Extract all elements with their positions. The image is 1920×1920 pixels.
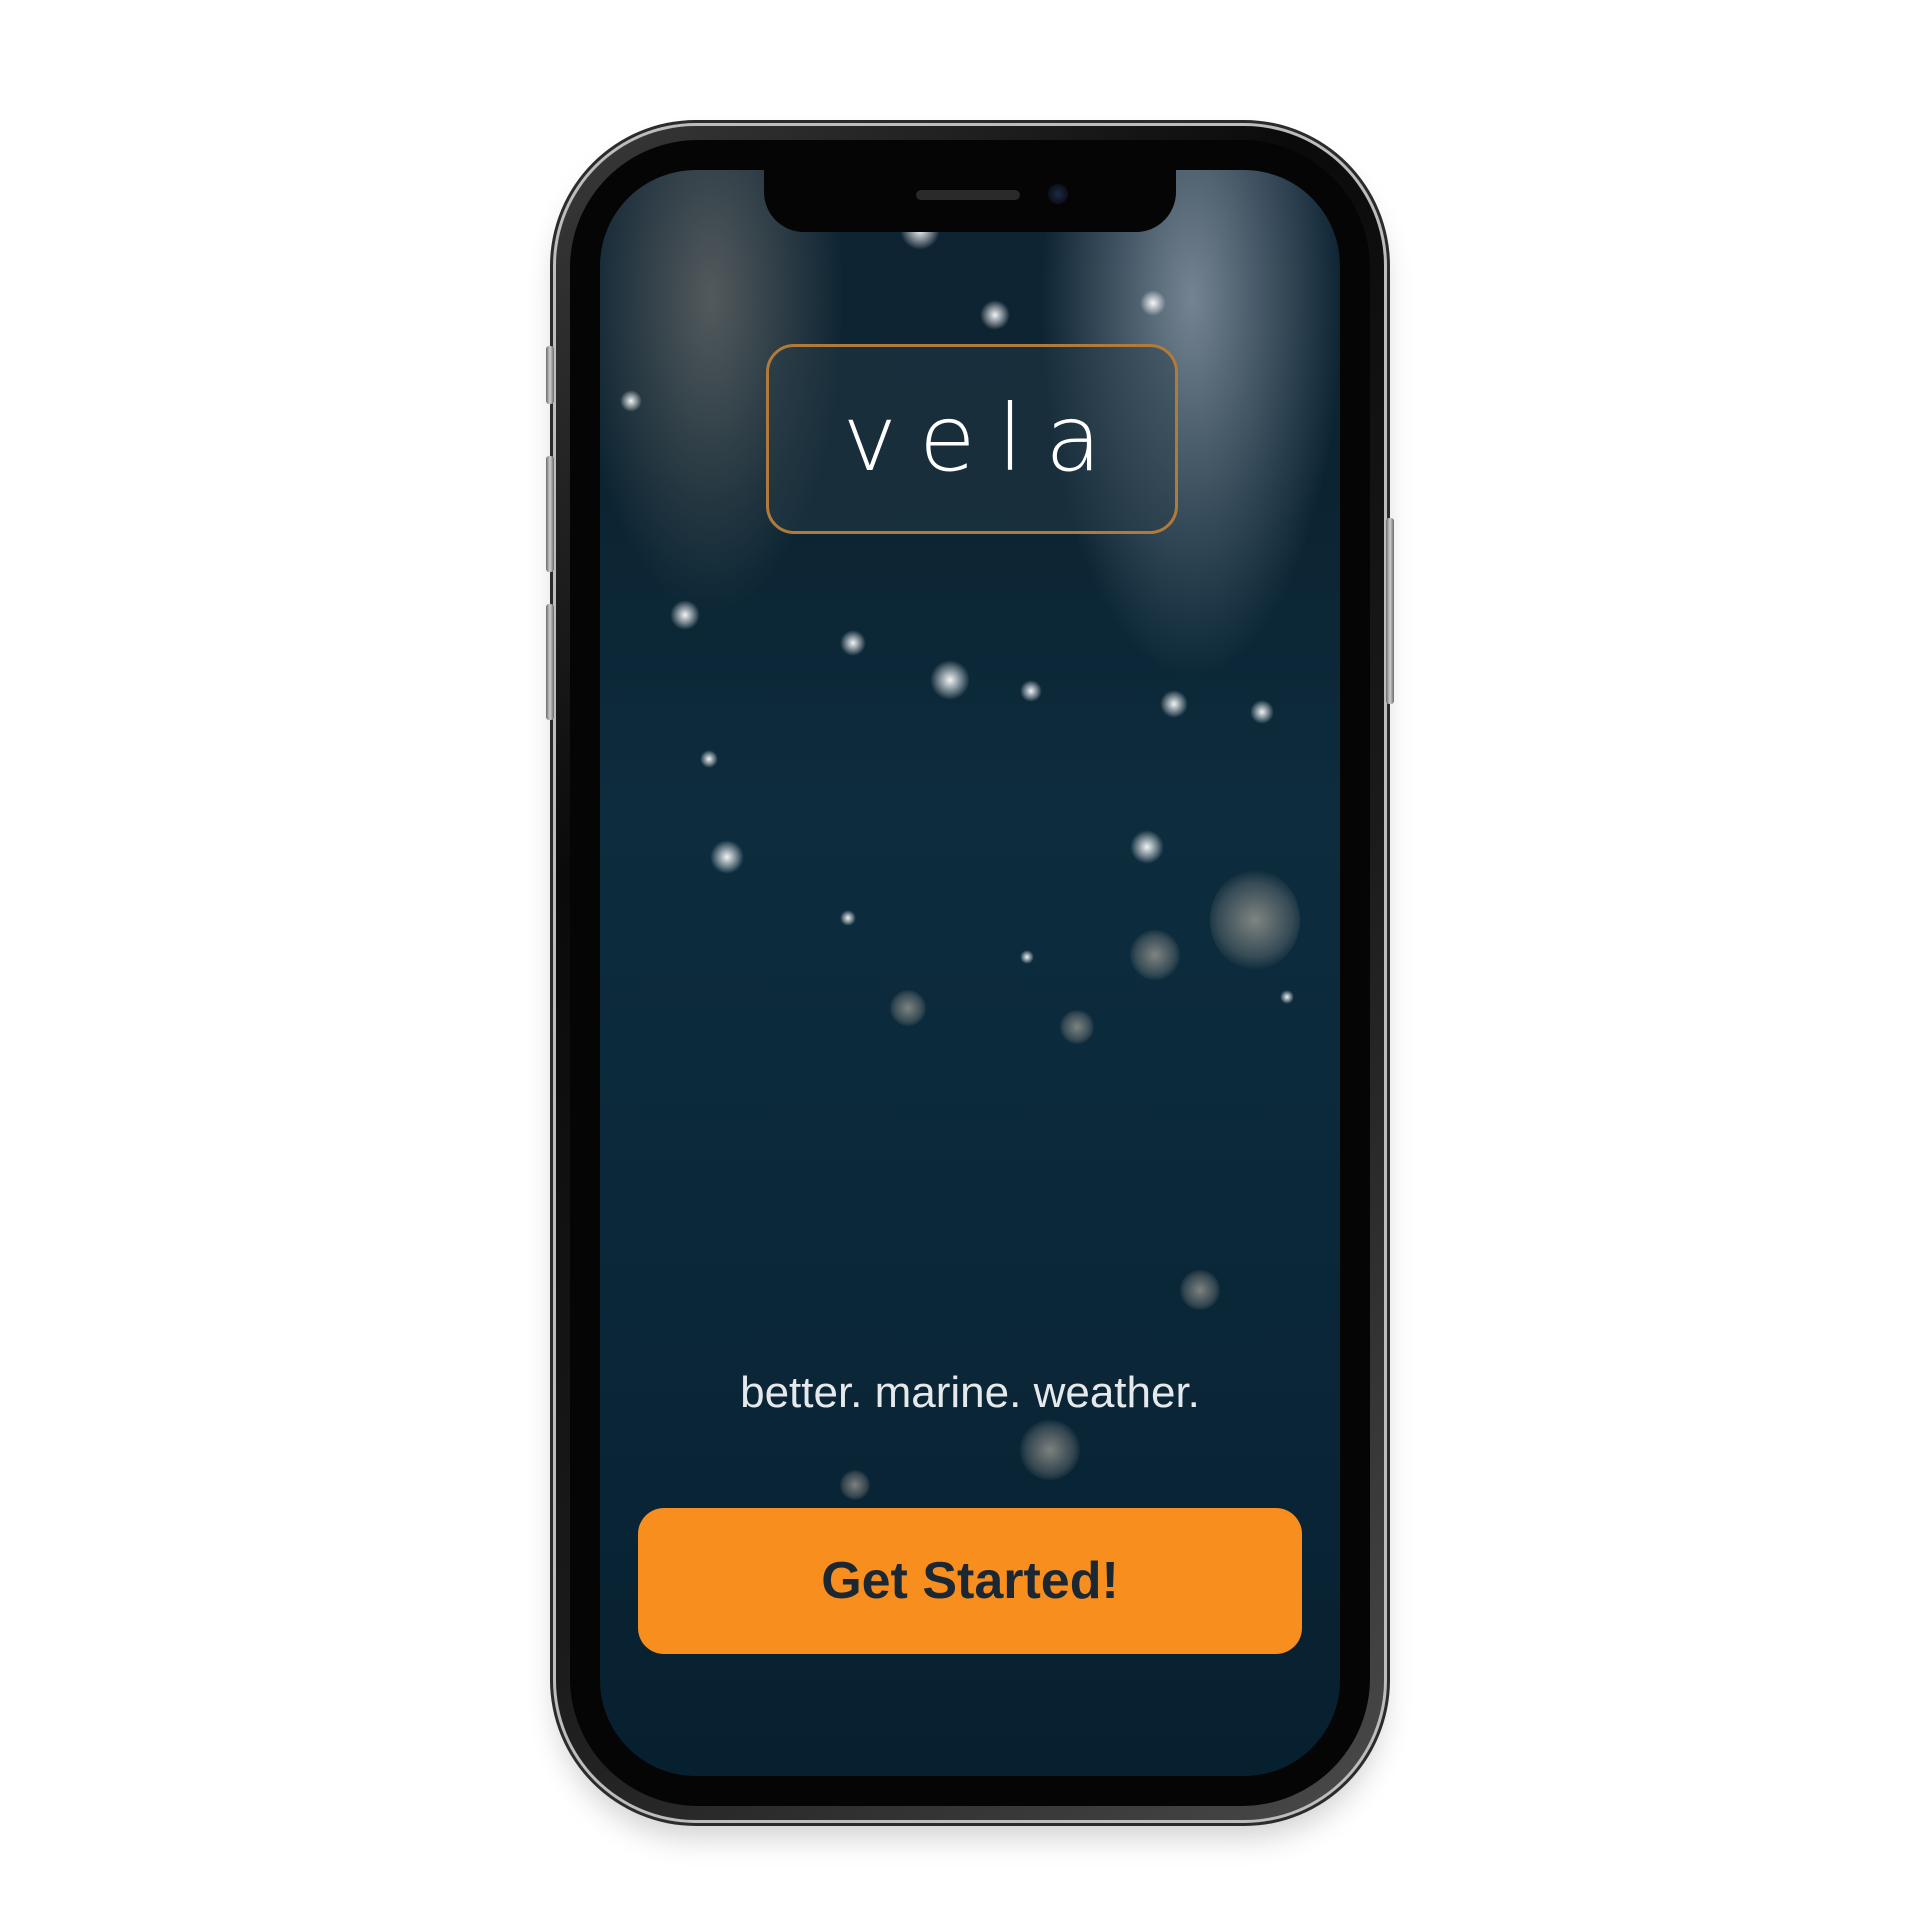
bokeh xyxy=(890,990,926,1026)
bubble xyxy=(980,300,1010,330)
phone-frame: vela better. marine. weather. Get Starte… xyxy=(546,126,1394,1820)
bubble xyxy=(710,840,744,874)
volume-down-button xyxy=(546,604,554,720)
get-started-button[interactable]: Get Started! xyxy=(638,1508,1302,1654)
bokeh xyxy=(1210,870,1300,970)
notch xyxy=(764,170,1176,232)
bubble xyxy=(1160,690,1188,718)
bubble xyxy=(930,660,970,700)
bokeh xyxy=(840,1470,870,1500)
bubble xyxy=(1020,680,1042,702)
bubble xyxy=(840,630,866,656)
power-button xyxy=(1386,518,1394,704)
app-screen: vela better. marine. weather. Get Starte… xyxy=(600,170,1340,1776)
get-started-label: Get Started! xyxy=(821,1552,1119,1610)
bubble xyxy=(700,750,718,768)
bokeh xyxy=(1130,930,1180,980)
bubble xyxy=(840,910,856,926)
bokeh xyxy=(1020,1420,1080,1480)
bubble xyxy=(1250,700,1274,724)
mute-switch xyxy=(546,346,554,404)
bubble xyxy=(670,600,700,630)
mockup-stage: vela better. marine. weather. Get Starte… xyxy=(0,0,1920,1920)
bubble xyxy=(1020,950,1034,964)
volume-up-button xyxy=(546,456,554,572)
bokeh xyxy=(1060,1010,1094,1044)
bubble xyxy=(620,390,642,412)
bubble xyxy=(1280,990,1294,1004)
bokeh xyxy=(1180,1270,1220,1310)
bubble xyxy=(1130,830,1164,864)
speaker-grille xyxy=(916,190,1020,200)
app-logo: vela xyxy=(766,344,1178,534)
tagline: better. marine. weather. xyxy=(740,1368,1200,1417)
app-logo-text: vela xyxy=(842,385,1124,492)
camera-icon xyxy=(1048,184,1068,204)
bubble xyxy=(1140,290,1166,316)
